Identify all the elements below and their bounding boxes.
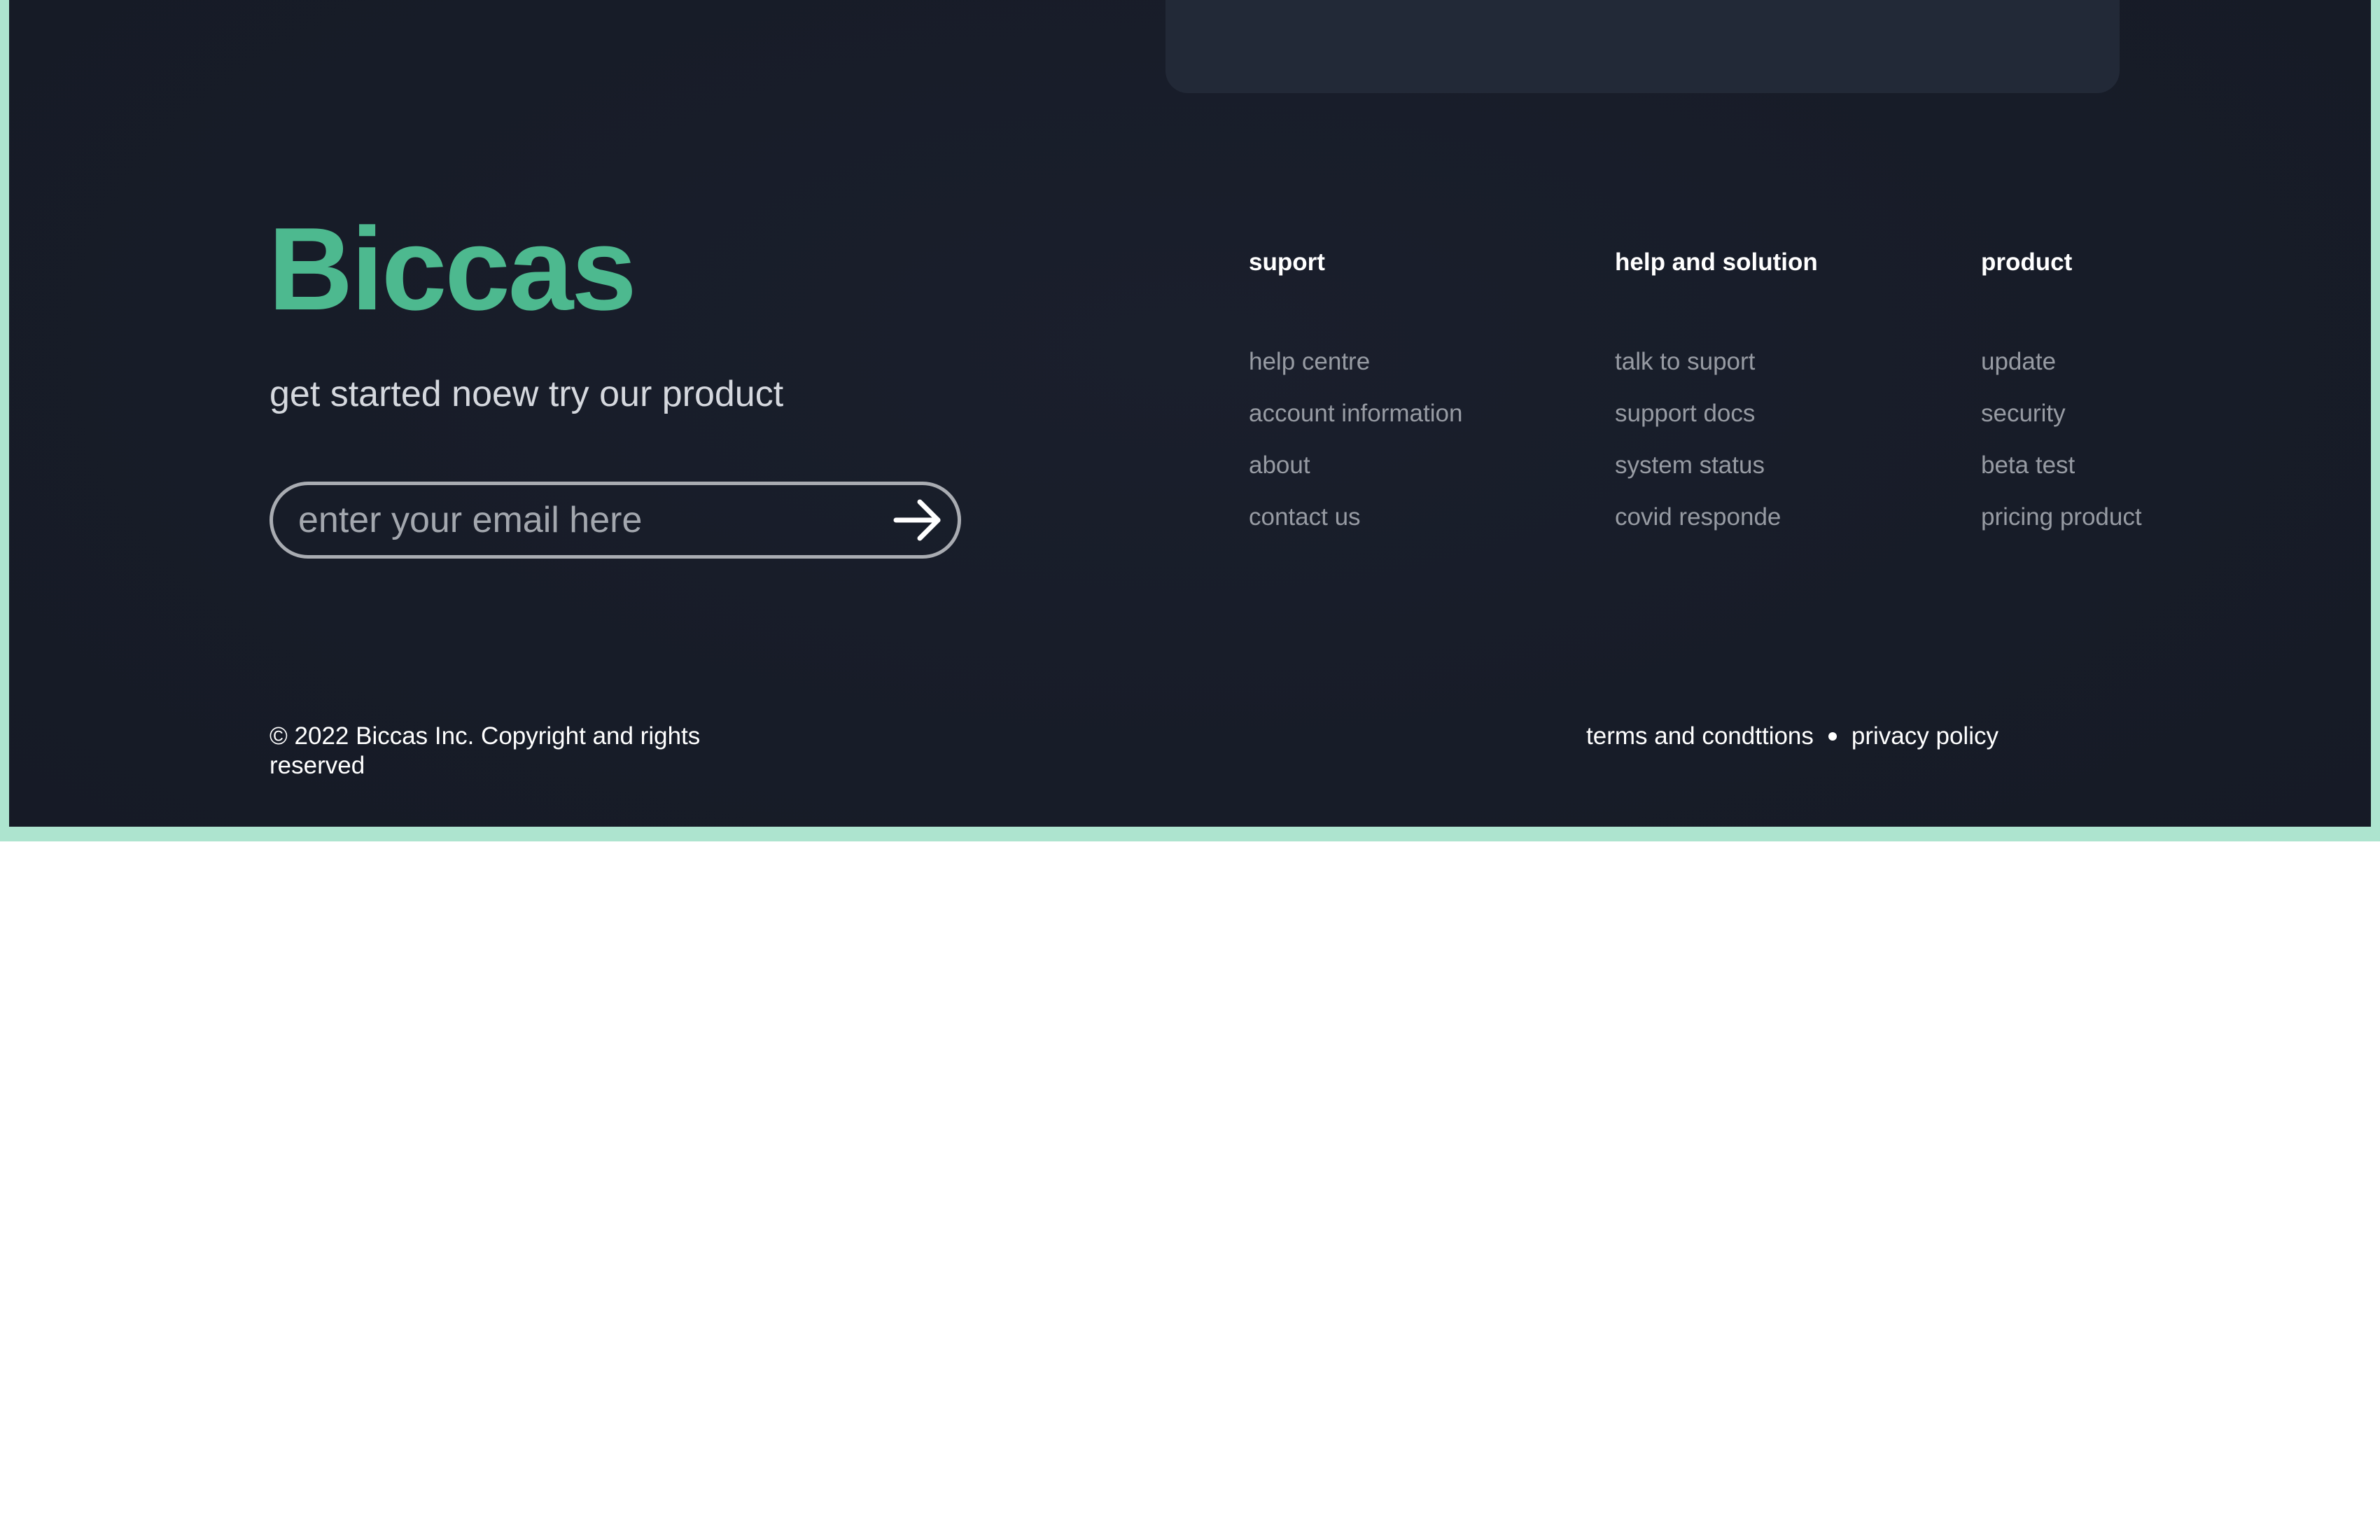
link-talk-to-support[interactable]: talk to suport <box>1615 348 1755 375</box>
column-heading: help and solution <box>1615 248 1818 276</box>
link-update[interactable]: update <box>1981 348 2056 375</box>
link-support-docs[interactable]: support docs <box>1615 400 1755 427</box>
column-heading: suport <box>1249 248 1325 276</box>
link-beta-test[interactable]: beta test <box>1981 451 2075 479</box>
site-footer: Biccas get started noew try our product … <box>9 0 2371 827</box>
product-links: update security beta test pricing produc… <box>1981 349 2142 556</box>
column-heading: product <box>1981 248 2073 276</box>
link-account-information[interactable]: account information <box>1249 400 1462 427</box>
product-column: product update security beta test pricin… <box>1981 248 2142 529</box>
link-pricing-product[interactable]: pricing product <box>1981 503 2142 531</box>
link-system-status[interactable]: system status <box>1615 451 1765 479</box>
submit-button[interactable] <box>892 493 945 547</box>
help-solution-links: talk to suport support docs system statu… <box>1615 349 1781 556</box>
newsletter-form <box>270 482 961 559</box>
support-links: help centre account information about co… <box>1249 349 1462 556</box>
footer-tagline: get started noew try our product <box>270 374 784 414</box>
help-solution-column: help and solution talk to suport support… <box>1615 248 1818 529</box>
top-card <box>1166 0 2120 93</box>
copyright-text: © 2022 Biccas Inc. Copyright and rights … <box>270 722 701 779</box>
link-about[interactable]: about <box>1249 451 1310 479</box>
support-column: suport help centre account information a… <box>1249 248 1462 529</box>
privacy-link[interactable]: privacy policy <box>1851 722 1998 751</box>
link-help-centre[interactable]: help centre <box>1249 348 1370 375</box>
legal-links: terms and condttions privacy policy <box>1586 722 1998 751</box>
separator-dot <box>1828 732 1837 741</box>
link-covid-response[interactable]: covid responde <box>1615 503 1781 531</box>
arrow-right-icon <box>893 499 941 541</box>
email-input[interactable] <box>298 485 851 555</box>
link-contact-us[interactable]: contact us <box>1249 503 1361 531</box>
brand-logo[interactable]: Biccas <box>268 210 637 328</box>
terms-link[interactable]: terms and condttions <box>1586 722 1814 751</box>
link-security[interactable]: security <box>1981 400 2066 427</box>
